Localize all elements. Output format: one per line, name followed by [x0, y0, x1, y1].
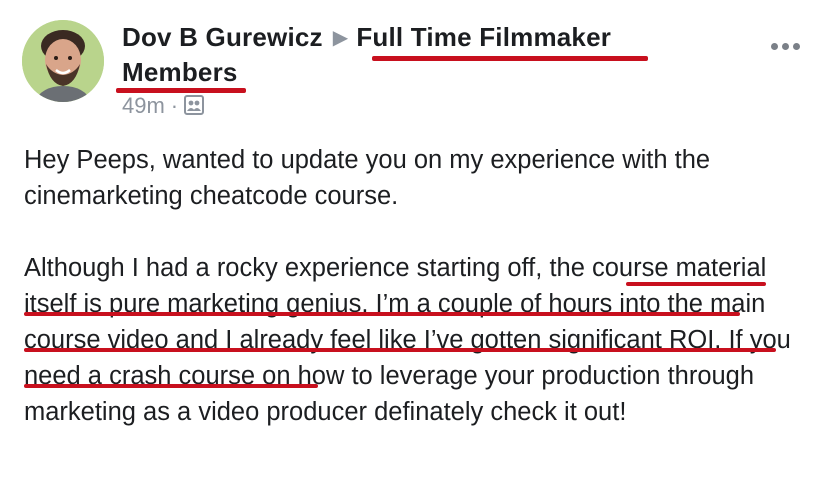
post-title-line: Dov B Gurewicz ▶ Full Time Filmmaker Membe…: [122, 20, 682, 89]
post-paragraph-1: Hey Peeps, wanted to update you on my ex…: [24, 146, 711, 210]
dot-icon: [782, 43, 789, 50]
dot-icon: [771, 43, 778, 50]
post-body: Hey Peeps, wanted to update you on my ex…: [24, 142, 814, 430]
post-timestamp[interactable]: 49m: [122, 93, 165, 118]
author-avatar[interactable]: [22, 20, 104, 102]
author-name-link[interactable]: Dov B Gurewicz: [122, 22, 323, 52]
shared-to-arrow-icon: ▶: [332, 27, 349, 49]
group-audience-icon: [184, 94, 205, 122]
post-meta: 49m ·: [122, 92, 205, 122]
paragraph-text: Although I had a rocky experience starti…: [24, 254, 550, 282]
group-name-link[interactable]: Full Time Filmmaker: [356, 22, 611, 52]
dot-icon: [793, 43, 800, 50]
more-options-icon[interactable]: [769, 30, 802, 56]
post-header: Dov B Gurewicz ▶ Full Time Filmmaker Membe…: [122, 20, 682, 89]
meta-separator: ·: [170, 93, 179, 118]
group-name-link-line2[interactable]: Members: [122, 55, 682, 89]
post-paragraph-2: Although I had a rocky experience starti…: [24, 250, 814, 430]
